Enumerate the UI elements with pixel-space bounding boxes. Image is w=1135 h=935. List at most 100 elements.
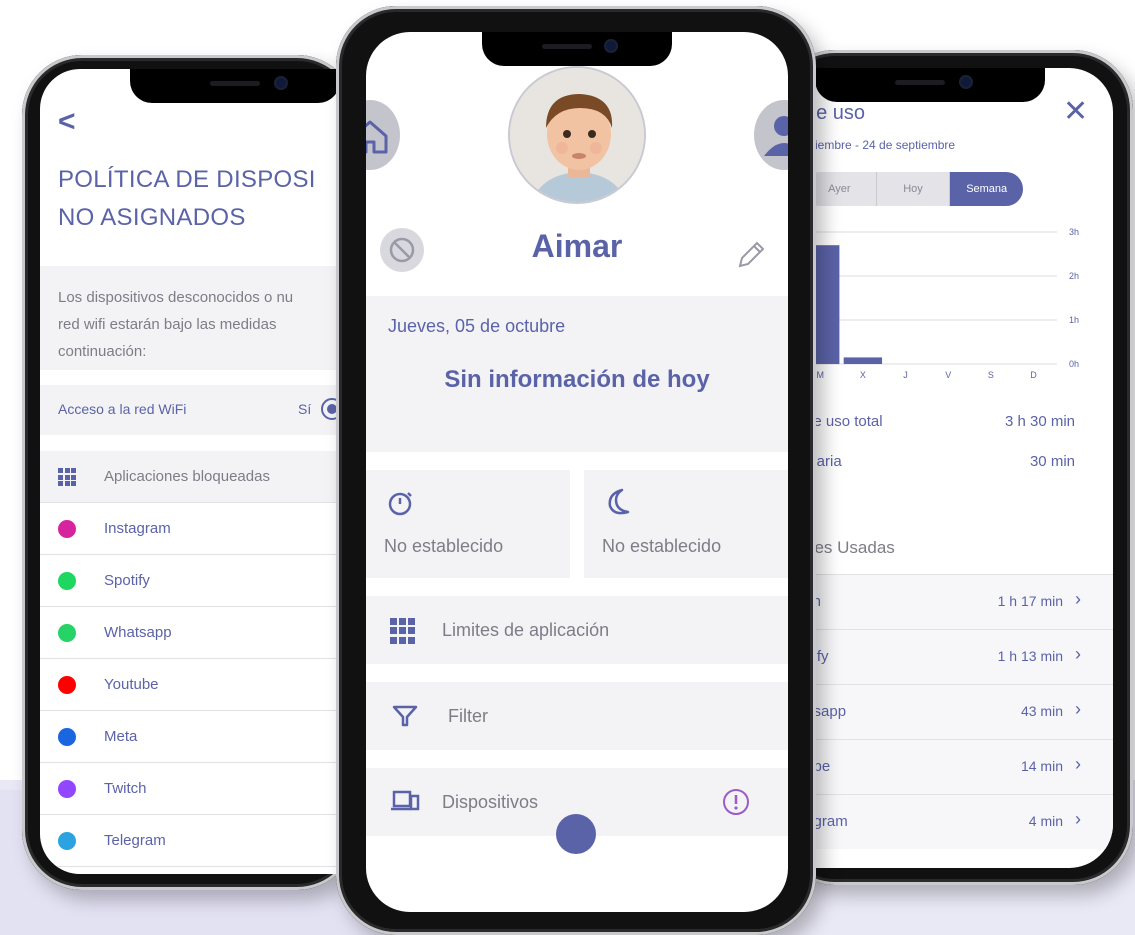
blocked-app-row[interactable]: Spotify xyxy=(40,555,360,607)
blocked-apps-header-label: Aplicaciones bloqueadas xyxy=(104,468,270,485)
filter-row[interactable]: Filter xyxy=(366,682,788,750)
chart-x-tick: D xyxy=(1030,370,1037,380)
left-notch xyxy=(130,69,340,103)
blocked-app-name: Spotify xyxy=(104,572,150,589)
wifi-access-label: Acceso a la red WiFi xyxy=(58,401,187,417)
whatsapp-icon xyxy=(58,624,76,642)
used-app-row[interactable]: tagram 4 min › xyxy=(795,794,1113,849)
today-date: Jueves, 05 de octubre xyxy=(388,316,566,336)
center-notch xyxy=(482,32,672,66)
devices-label: Dispositivos xyxy=(442,792,539,812)
blocked-app-row[interactable]: Meta xyxy=(40,711,360,763)
wifi-access-row[interactable]: Acceso a la red WiFi Sí xyxy=(40,385,360,435)
today-card: Jueves, 05 de octubre Sin información de… xyxy=(366,296,788,452)
used-app-row[interactable]: atsapp 43 min › xyxy=(795,684,1113,739)
twitch-icon xyxy=(58,780,76,798)
date-range: ptiembre - 24 de septiembre xyxy=(805,138,956,152)
used-app-time: 1 h 13 min xyxy=(997,648,1063,664)
moon-icon xyxy=(608,488,630,515)
profile-button[interactable] xyxy=(754,100,788,170)
used-app-time: 1 h 17 min xyxy=(997,593,1063,609)
blocked-app-name: Whatsapp xyxy=(104,624,172,641)
blocked-app-name: Meta xyxy=(104,728,138,745)
chart-x-tick: J xyxy=(903,370,908,380)
chevron-right-icon: › xyxy=(1075,809,1081,829)
floating-action-button[interactable] xyxy=(556,814,596,854)
no-info-message: Sin información de hoy xyxy=(444,366,710,393)
blocked-app-name: Instagram xyxy=(104,520,171,537)
used-app-row[interactable]: otify1 h 13 min› xyxy=(795,629,1113,684)
warning-icon[interactable] xyxy=(722,788,750,816)
used-apps-title: nes Usadas xyxy=(805,538,895,557)
used-apps-list: tch1 h 17 min›otify1 h 13 min›atsapp43 m… xyxy=(795,574,1113,849)
right-notch xyxy=(815,68,1045,102)
used-app-time: 43 min xyxy=(1020,703,1063,719)
app-limits-row[interactable]: Limites de aplicación xyxy=(366,596,788,664)
child-name: Aimar xyxy=(531,228,623,264)
center-phone-screen: Aimar Jueves, 05 de octubre Sin informac… xyxy=(366,32,788,912)
bedtime-card[interactable]: No establecido xyxy=(584,470,788,578)
telegram-icon xyxy=(58,832,76,850)
blocked-app-row[interactable]: Instagram xyxy=(40,503,360,555)
chart-bar xyxy=(843,357,883,364)
center-phone: Aimar Jueves, 05 de octubre Sin informac… xyxy=(336,6,816,935)
filter-label: Filter xyxy=(448,706,488,726)
spotify-icon xyxy=(58,572,76,590)
total-usage-label: de uso total xyxy=(805,413,883,430)
instagram-icon xyxy=(58,520,76,538)
usage-bar-chart: 3h 2h 1h 0h M X J V S D xyxy=(801,227,1079,380)
time-limit-card[interactable]: No establecido xyxy=(366,470,570,578)
used-app-row[interactable]: tch1 h 17 min› xyxy=(795,574,1113,629)
segment-semana[interactable]: Semana xyxy=(950,172,1023,206)
policy-title: POLÍTICA DE DISPOSI NO ASIGNADOS xyxy=(58,161,316,237)
app-limits-label: Limites de aplicación xyxy=(442,620,610,640)
chart-x-tick: V xyxy=(945,370,951,380)
left-phone-screen: < POLÍTICA DE DISPOSI NO ASIGNADOS Los d… xyxy=(40,69,360,874)
home-button[interactable] xyxy=(366,100,400,170)
blocked-app-row[interactable]: Youtube xyxy=(40,659,360,711)
avatar-photo xyxy=(510,68,644,202)
used-app-time: 14 min xyxy=(1020,758,1063,774)
chevron-right-icon: › xyxy=(1075,589,1081,609)
policy-description-line1: Los dispositivos desconocidos o nu xyxy=(58,289,294,306)
chart-y-tick: 3h xyxy=(1069,227,1079,237)
chevron-right-icon: › xyxy=(1075,644,1081,664)
blocked-app-row[interactable]: Telegram xyxy=(40,815,360,867)
filter-icon xyxy=(392,705,418,727)
chevron-right-icon: › xyxy=(1075,699,1081,719)
wifi-access-value: Sí xyxy=(298,401,312,417)
blocked-app-row[interactable]: Whatsapp xyxy=(40,607,360,659)
apps-grid-icon xyxy=(390,618,416,644)
blocked-apps-header: Aplicaciones bloqueadas xyxy=(40,451,360,503)
chart-x-tick: X xyxy=(860,370,866,380)
edit-pencil-icon[interactable] xyxy=(734,238,768,272)
user-icon xyxy=(764,116,788,156)
blocked-app-name: Telegram xyxy=(104,832,166,849)
policy-title-line1: POLÍTICA DE DISPOSI xyxy=(58,166,316,193)
policy-title-line2: NO ASIGNADOS xyxy=(58,204,246,231)
chevron-right-icon: › xyxy=(1075,754,1081,774)
time-limit-label: No establecido xyxy=(384,536,504,556)
segment-hoy[interactable]: Hoy xyxy=(877,172,951,206)
blocked-apps-list: Aplicaciones bloqueadas Instagram Spotify… xyxy=(40,451,360,867)
close-icon[interactable]: ✕ xyxy=(1063,94,1088,129)
blocked-app-name: Youtube xyxy=(104,676,159,693)
youtube-icon xyxy=(58,676,76,694)
apps-grid-icon xyxy=(58,468,76,486)
used-app-row[interactable]: tube14 min› xyxy=(795,739,1113,794)
right-phone: de uso ✕ ptiembre - 24 de septiembre Aye… xyxy=(775,50,1133,885)
child-avatar xyxy=(508,66,646,204)
back-button[interactable]: < xyxy=(58,105,76,139)
left-phone: < POLÍTICA DE DISPOSI NO ASIGNADOS Los d… xyxy=(22,55,360,890)
chart-y-tick: 1h xyxy=(1069,315,1079,325)
chart-x-tick: S xyxy=(988,370,994,380)
meta-icon xyxy=(58,728,76,746)
period-segmented-control: Ayer Hoy Semana xyxy=(803,172,1023,206)
right-phone-screen: de uso ✕ ptiembre - 24 de septiembre Aye… xyxy=(795,68,1113,868)
policy-description: Los dispositivos desconocidos o nu red w… xyxy=(40,266,360,370)
bedtime-label: No establecido xyxy=(602,536,722,556)
policy-description-line3: continuación: xyxy=(58,343,147,360)
policy-description-line2: red wifi estarán bajo las medidas xyxy=(58,316,277,333)
chart-y-tick: 2h xyxy=(1069,271,1079,281)
blocked-app-row[interactable]: Twitch xyxy=(40,763,360,815)
